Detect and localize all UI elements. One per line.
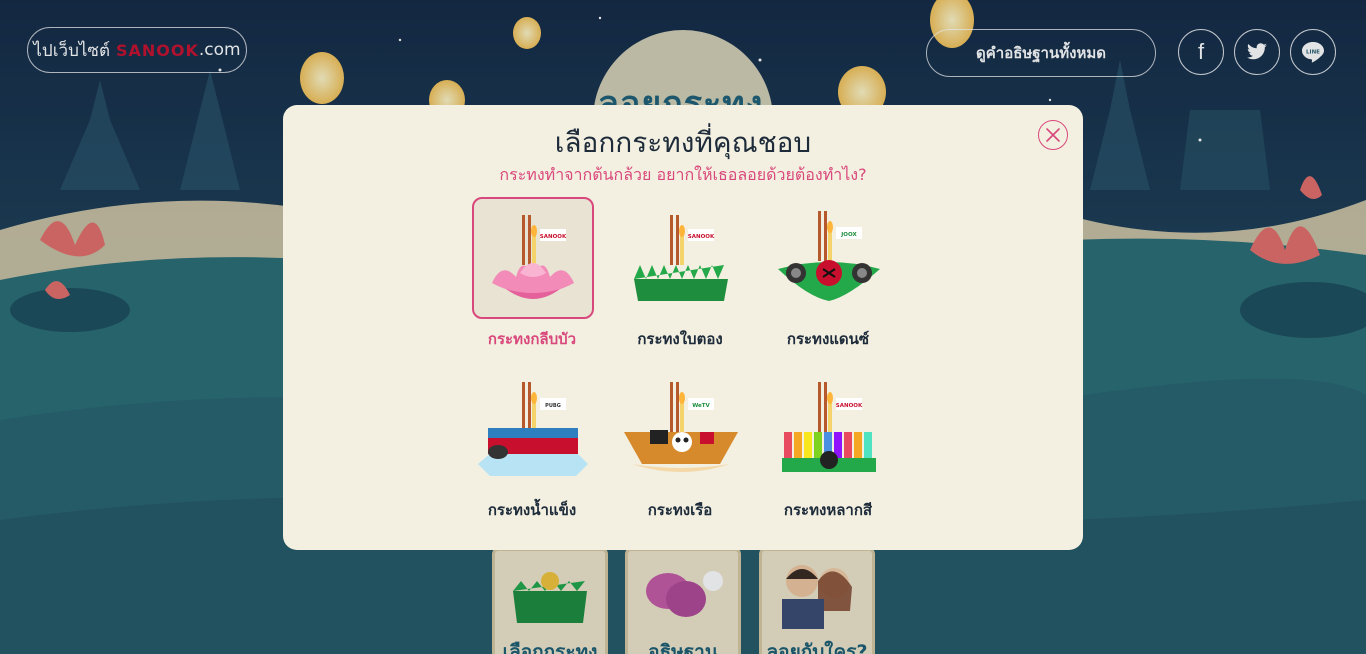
option-label: กระทงหลากสี: [783, 501, 873, 519]
option-dance-krathong[interactable]: JOOX กระทงแดนซ์: [753, 197, 903, 357]
option-lotus-krathong[interactable]: SANOOK กระทงกลีบบัว: [457, 197, 607, 357]
option-boat-krathong[interactable]: WeTV กระทงเรือ: [605, 368, 755, 528]
option-ice-krathong[interactable]: PUBG กระทงน้ำแข็ง: [457, 368, 607, 528]
flag-text: JOOX: [840, 232, 857, 238]
lotus-krathong-image: SANOOK: [492, 215, 574, 299]
option-label: กระทงน้ำแข็ง: [487, 501, 577, 519]
close-icon: [1046, 128, 1060, 142]
flag-text: SANOOK: [836, 403, 863, 409]
option-label: กระทงใบตอง: [637, 330, 723, 348]
flag-text: WeTV: [692, 403, 710, 409]
option-label: กระทงกลีบบัว: [487, 330, 577, 348]
flag-text: SANOOK: [688, 234, 715, 240]
modal-subtitle: กระทงทำจากต้นกล้วย อยากให้เธอลอยด้วยต้อง…: [499, 165, 867, 184]
colorful-krathong-image: SANOOK: [782, 382, 876, 472]
dance-krathong-image: JOOX: [778, 211, 880, 301]
modal-title: เลือกกระทงที่คุณชอบ: [554, 126, 812, 159]
ice-krathong-image: PUBG: [478, 382, 588, 476]
boat-krathong-image: WeTV: [624, 382, 738, 472]
close-button[interactable]: [1038, 120, 1068, 150]
flag-text: PUBG: [545, 403, 561, 409]
option-label: กระทงเรือ: [647, 501, 713, 519]
banana-leaf-krathong-image: SANOOK: [634, 215, 728, 301]
flag-text: SANOOK: [540, 234, 567, 240]
option-banana-leaf-krathong[interactable]: SANOOK กระทงใบตอง: [605, 197, 755, 357]
choose-krathong-modal: เลือกกระทงที่คุณชอบ กระทงทำจากต้นกล้วย อ…: [283, 105, 1083, 550]
option-colorful-krathong[interactable]: SANOOK กระทงหลากสี: [753, 368, 903, 528]
option-label: กระทงแดนซ์: [786, 330, 870, 348]
